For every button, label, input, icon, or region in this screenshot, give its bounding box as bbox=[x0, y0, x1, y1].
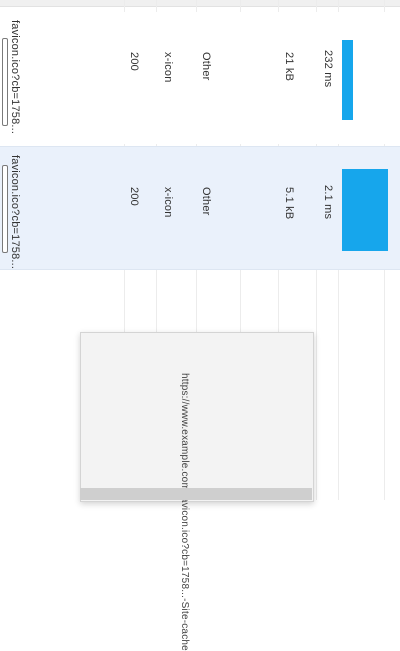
tooltip-url-text: https://www.example.com/favicon.ico?cb=1… bbox=[179, 373, 190, 651]
request-time: 2.1 ms bbox=[322, 185, 334, 220]
request-type: x-icon bbox=[162, 52, 174, 83]
table-row[interactable]: favicon.ico?cb=1758... 200 x-icon Other … bbox=[0, 12, 400, 144]
waterfall-bar[interactable] bbox=[342, 169, 388, 251]
waterfall-bar[interactable] bbox=[342, 40, 353, 120]
table-header-strip bbox=[0, 0, 400, 7]
request-initiator: Other bbox=[200, 52, 212, 81]
request-size: 5.1 kB bbox=[283, 187, 295, 220]
request-status: 200 bbox=[128, 52, 140, 71]
row-checkbox[interactable] bbox=[2, 38, 8, 126]
horizontal-scrollbar[interactable] bbox=[80, 488, 312, 500]
table-row-selected[interactable]: favicon.ico?cb=1758... 200 x-icon Other … bbox=[0, 146, 400, 270]
request-time: 232 ms bbox=[322, 50, 334, 88]
request-size: 21 kB bbox=[283, 52, 295, 82]
request-type: x-icon bbox=[162, 187, 174, 218]
row-checkbox[interactable] bbox=[2, 165, 8, 253]
request-status: 200 bbox=[128, 187, 140, 206]
url-tooltip: https://www.example.com/favicon.ico?cb=1… bbox=[80, 332, 314, 651]
request-initiator: Other bbox=[200, 187, 212, 216]
request-name[interactable]: favicon.ico?cb=1758... bbox=[9, 20, 21, 134]
request-name[interactable]: favicon.ico?cb=1758... bbox=[9, 155, 21, 269]
